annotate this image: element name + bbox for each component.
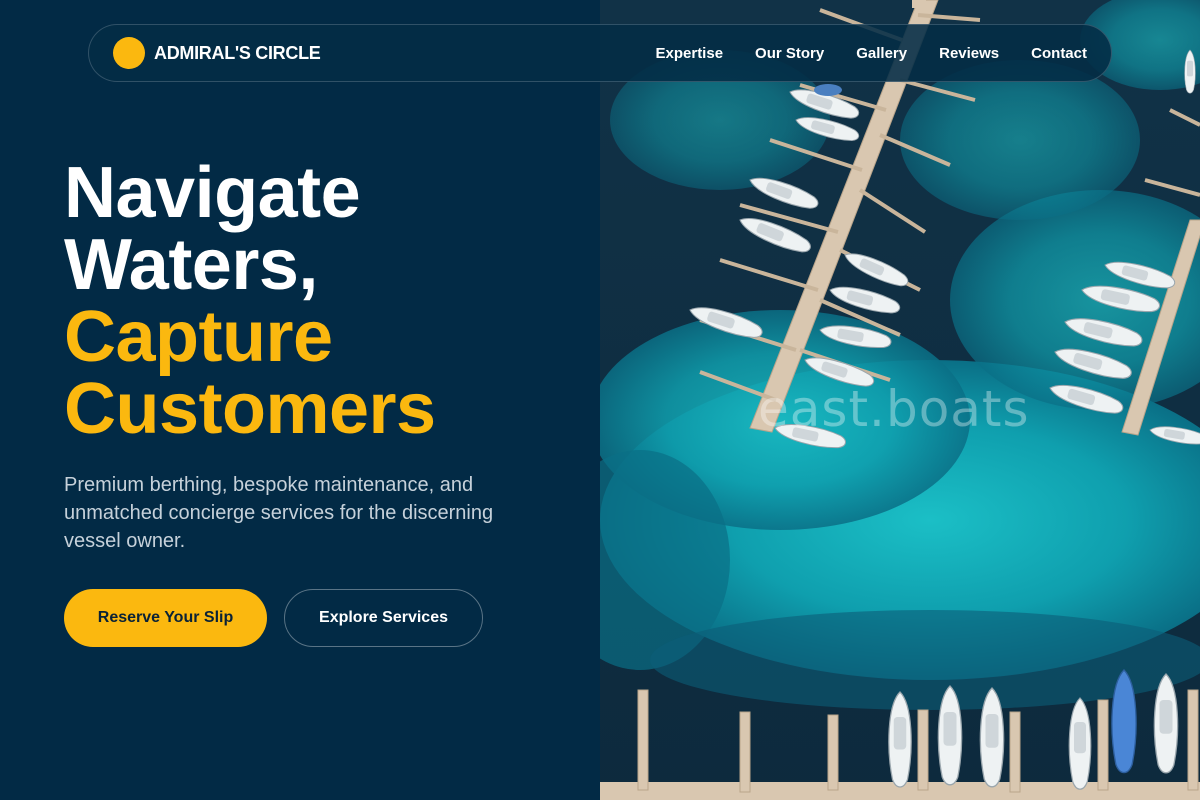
brand-logo[interactable]: ADMIRAL'S CIRCLE	[113, 37, 321, 69]
hero-headline: Navigate Waters, Capture Customers	[64, 157, 584, 445]
hero-subtitle: Premium berthing, bespoke maintenance, a…	[64, 474, 494, 552]
headline-line-1: Navigate	[64, 153, 361, 233]
headline-line-4: Customers	[64, 369, 436, 449]
hero-cta-group: Reserve Your Slip Explore Services	[64, 589, 584, 647]
nav-link-contact[interactable]: Contact	[1031, 45, 1087, 62]
hero-section: Navigate Waters, Capture Customers Premi…	[64, 157, 584, 647]
nav-link-gallery[interactable]: Gallery	[856, 45, 907, 62]
explore-services-button[interactable]: Explore Services	[284, 589, 483, 647]
brand-name: ADMIRAL'S CIRCLE	[154, 42, 321, 63]
landing-page: east.boats ADMIRAL'S CIRCLE Expertise Ou…	[0, 0, 1200, 800]
reserve-slip-button[interactable]: Reserve Your Slip	[64, 589, 267, 647]
headline-line-2: Waters,	[64, 225, 318, 305]
brand-dot-icon	[113, 37, 145, 69]
top-navbar: ADMIRAL'S CIRCLE Expertise Our Story Gal…	[88, 24, 1112, 82]
headline-line-3: Capture	[64, 297, 333, 377]
nav-links: Expertise Our Story Gallery Reviews Cont…	[656, 45, 1088, 62]
nav-link-our-story[interactable]: Our Story	[755, 45, 824, 62]
photo-watermark: east.boats	[758, 380, 1030, 438]
nav-link-expertise[interactable]: Expertise	[656, 45, 724, 62]
nav-link-reviews[interactable]: Reviews	[939, 45, 999, 62]
